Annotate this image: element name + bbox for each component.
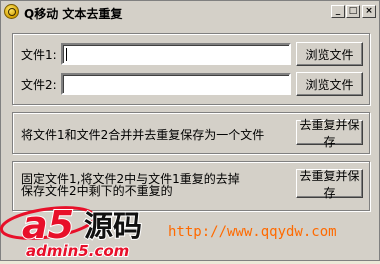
logo-text: a5 — [22, 203, 74, 247]
watermark-url: http://www.qqydw.com — [168, 224, 337, 240]
a5-logo-graphic: a5 源码 admin5.com — [0, 202, 143, 261]
browse-file2-button[interactable]: 浏览文件 — [296, 72, 363, 96]
file2-label: 文件2: — [21, 78, 57, 92]
title-bar[interactable]: Q移动 文本去重复 _ □ × — [1, 1, 379, 23]
logo-cn: 源码 — [84, 209, 142, 243]
file1-label: 文件1: — [21, 48, 57, 62]
merge-group: 将文件1和文件2合并并去重复保存为一个文件 去重复并保存 — [12, 112, 370, 154]
fixed-dedup-save-button[interactable]: 去重复并保存 — [296, 169, 363, 200]
browse-file1-button[interactable]: 浏览文件 — [296, 42, 363, 66]
file-select-group: 文件1: 浏览文件 文件2: 浏览文件 — [12, 33, 370, 105]
logo-domain: admin5.com — [26, 242, 129, 260]
file2-input[interactable] — [61, 73, 291, 95]
maximize-button[interactable]: □ — [346, 5, 360, 18]
minimize-button[interactable]: _ — [331, 5, 345, 18]
close-button[interactable]: × — [362, 5, 376, 18]
text-caret — [66, 48, 67, 61]
window-title: Q移动 文本去重复 — [24, 7, 123, 21]
a5-watermark-logo: a5 源码 admin5.com — [0, 198, 175, 261]
file1-input[interactable] — [61, 43, 291, 65]
fixed-description-line2: 保存文件2中剩下的不重复的 — [21, 184, 173, 198]
app-icon — [4, 4, 19, 19]
merge-dedup-save-button[interactable]: 去重复并保存 — [296, 118, 363, 149]
merge-description: 将文件1和文件2合并并去重复保存为一个文件 — [21, 128, 265, 142]
